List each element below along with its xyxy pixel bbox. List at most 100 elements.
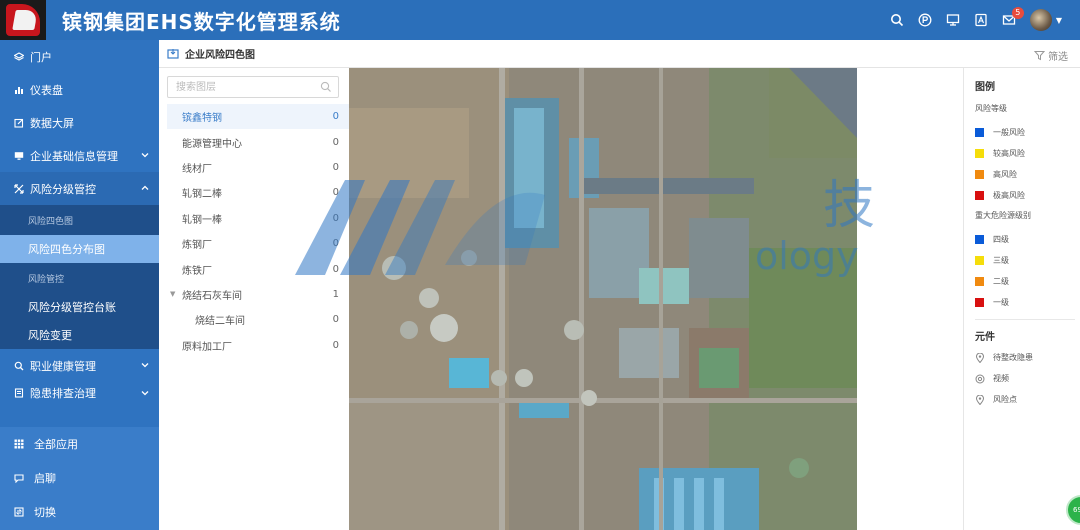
desktop-icon <box>14 151 26 161</box>
p-circle-icon[interactable] <box>918 13 932 27</box>
filter-icon <box>1034 51 1045 61</box>
breadcrumb: 企业风险四色图 筛选 <box>159 40 1080 68</box>
filter-label: 筛选 <box>1048 52 1068 63</box>
color-swatch <box>975 149 984 158</box>
sidebar-item-data-screen[interactable]: 数据大屏 <box>0 106 159 139</box>
tree-row[interactable]: ▼ 烧结石灰车间 1 <box>167 282 349 307</box>
chevron-up-icon <box>141 185 149 190</box>
monitor-icon[interactable] <box>946 13 960 27</box>
color-swatch <box>975 128 984 137</box>
tree-row-count: 0 <box>332 263 339 275</box>
tree-row[interactable]: 镔鑫特钢 0 <box>167 104 349 130</box>
search-icon[interactable] <box>890 13 904 27</box>
submenu-item-risk-ledger[interactable]: 风险分级管控台账 <box>0 293 159 321</box>
legend-elements-title: 元件 <box>975 332 995 343</box>
layer-search-box <box>167 76 339 98</box>
legend-item: 高风险 <box>975 164 1080 185</box>
sidebar-item-label: 风险分级管控 <box>30 182 96 196</box>
legend-label: 风险点 <box>993 395 1017 404</box>
legend-label: 待整改隐患 <box>993 353 1033 362</box>
sidebar-item-label: 仪表盘 <box>30 83 63 97</box>
tree-row-count: 0 <box>332 339 339 351</box>
tree-row-label: 线材厂 <box>182 163 212 175</box>
logo <box>0 0 46 40</box>
caret-down-icon[interactable]: ▼ <box>1056 16 1062 25</box>
submenu-item-risk-distribution[interactable]: 风险四色分布图 <box>0 235 159 263</box>
aerial-map[interactable] <box>349 68 857 530</box>
legend-item: 三级 <box>975 250 1080 271</box>
tree-row-count: 0 <box>332 187 339 199</box>
sidebar-item-all-apps[interactable]: 全部应用 <box>0 427 159 461</box>
chevron-down-icon <box>141 153 149 158</box>
legend-label: 极高风险 <box>993 191 1025 200</box>
document-icon <box>14 388 26 398</box>
submenu-risk-control: 风险四色图 风险四色分布图 风险管控 风险分级管控台账 风险变更 <box>0 205 159 349</box>
sidebar-item-portal[interactable]: 门户 <box>0 40 159 73</box>
header-toolbar: 5 ▼ <box>876 0 1062 40</box>
fab-label: 69 <box>1073 506 1080 514</box>
sidebar-item-risk-control[interactable]: 风险分级管控 <box>0 172 159 205</box>
legend-major-title: 重大危险源级别 <box>975 211 1031 220</box>
legend-label: 二级 <box>993 277 1009 286</box>
submenu-item-risk-change[interactable]: 风险变更 <box>0 321 159 349</box>
tree-row[interactable]: 线材厂 0 <box>167 155 349 180</box>
legend-label: 较高风险 <box>993 149 1025 158</box>
tree-row-label: 炼铁厂 <box>182 265 212 277</box>
color-swatch <box>975 277 984 286</box>
search-icon[interactable] <box>320 81 332 93</box>
layer-tree: 镔鑫特钢 0 能源管理中心 0 线材厂 0 轧钢二棒 0 轧钢一棒 0 炼钢厂 0 炼铁厂 0… <box>167 104 349 358</box>
legend-risk-level-title: 风险等级 <box>975 104 1007 113</box>
sidebar-item-switch[interactable]: 切换 <box>0 495 159 529</box>
tree-row-count: 0 <box>332 161 339 173</box>
sidebar-item-label: 职业健康管理 <box>30 359 96 373</box>
tree-row[interactable]: 炼铁厂 0 <box>167 256 349 281</box>
layer-search-input[interactable] <box>168 77 316 97</box>
pin-icon <box>975 352 985 363</box>
user-card-icon[interactable] <box>974 13 988 27</box>
sidebar-item-hazard-check[interactable]: 隐患排查治理 <box>0 382 159 404</box>
tree-row-count: 0 <box>332 238 339 250</box>
color-swatch <box>975 235 984 244</box>
legend-item: 极高风险 <box>975 185 1080 206</box>
tree-row[interactable]: 炼钢厂 0 <box>167 231 349 256</box>
color-swatch <box>975 256 984 265</box>
legend-item: 四级 <box>975 229 1080 250</box>
filter-button[interactable]: 筛选 <box>1034 48 1068 63</box>
sidebar-item-occupational-health[interactable]: 职业健康管理 <box>0 349 159 382</box>
sidebar-item-label: 企业基础信息管理 <box>30 149 118 163</box>
legend-item: 待整改隐患 <box>975 347 1080 368</box>
sidebar-item-enterprise-info[interactable]: 企业基础信息管理 <box>0 139 159 172</box>
bar-chart-icon <box>14 85 26 95</box>
sidebar-item-dashboard[interactable]: 仪表盘 <box>0 73 159 106</box>
color-swatch <box>975 298 984 307</box>
page-title: 企业风险四色图 <box>185 50 255 61</box>
edit-icon <box>14 118 26 128</box>
map-panel-icon <box>167 48 179 59</box>
tree-row-count: 1 <box>332 288 339 300</box>
switch-icon <box>14 507 26 517</box>
layer-tree-panel: 镔鑫特钢 0 能源管理中心 0 线材厂 0 轧钢二棒 0 轧钢一棒 0 炼钢厂 0 炼铁厂 0… <box>159 68 349 530</box>
mail-icon[interactable]: 5 <box>1002 7 1024 27</box>
tree-row[interactable]: 能源管理中心 0 <box>167 129 349 154</box>
sidebar-item-label: 全部应用 <box>34 438 78 451</box>
sidebar-item-chat[interactable]: 启聊 <box>0 461 159 495</box>
tree-row-count: 0 <box>332 136 339 148</box>
tree-row-label: 烧结二车间 <box>195 316 245 328</box>
avatar[interactable] <box>1029 9 1052 31</box>
tree-row-label: 轧钢一棒 <box>182 214 222 226</box>
tree-row[interactable]: 烧结二车间 0 <box>167 307 349 332</box>
legend-item: 一级 <box>975 292 1080 313</box>
legend-item: 较高风险 <box>975 143 1080 164</box>
tree-row[interactable]: 轧钢二棒 0 <box>167 180 349 205</box>
legend-label: 高风险 <box>993 170 1017 179</box>
expand-arrow-icon[interactable]: ▼ <box>170 290 175 298</box>
tree-row-count: 0 <box>332 314 339 326</box>
tree-row[interactable]: 原料加工厂 0 <box>167 333 349 358</box>
color-swatch <box>975 191 984 200</box>
legend-item: 二级 <box>975 271 1080 292</box>
legend-item: 风险点 <box>975 389 1080 410</box>
tree-row[interactable]: 轧钢一棒 0 <box>167 206 349 231</box>
submenu-group-risk-map: 风险四色图 <box>28 216 74 227</box>
legend-divider <box>975 319 1075 320</box>
top-header: 镔钢集团EHS数字化管理系统 5 ▼ <box>0 0 1080 40</box>
